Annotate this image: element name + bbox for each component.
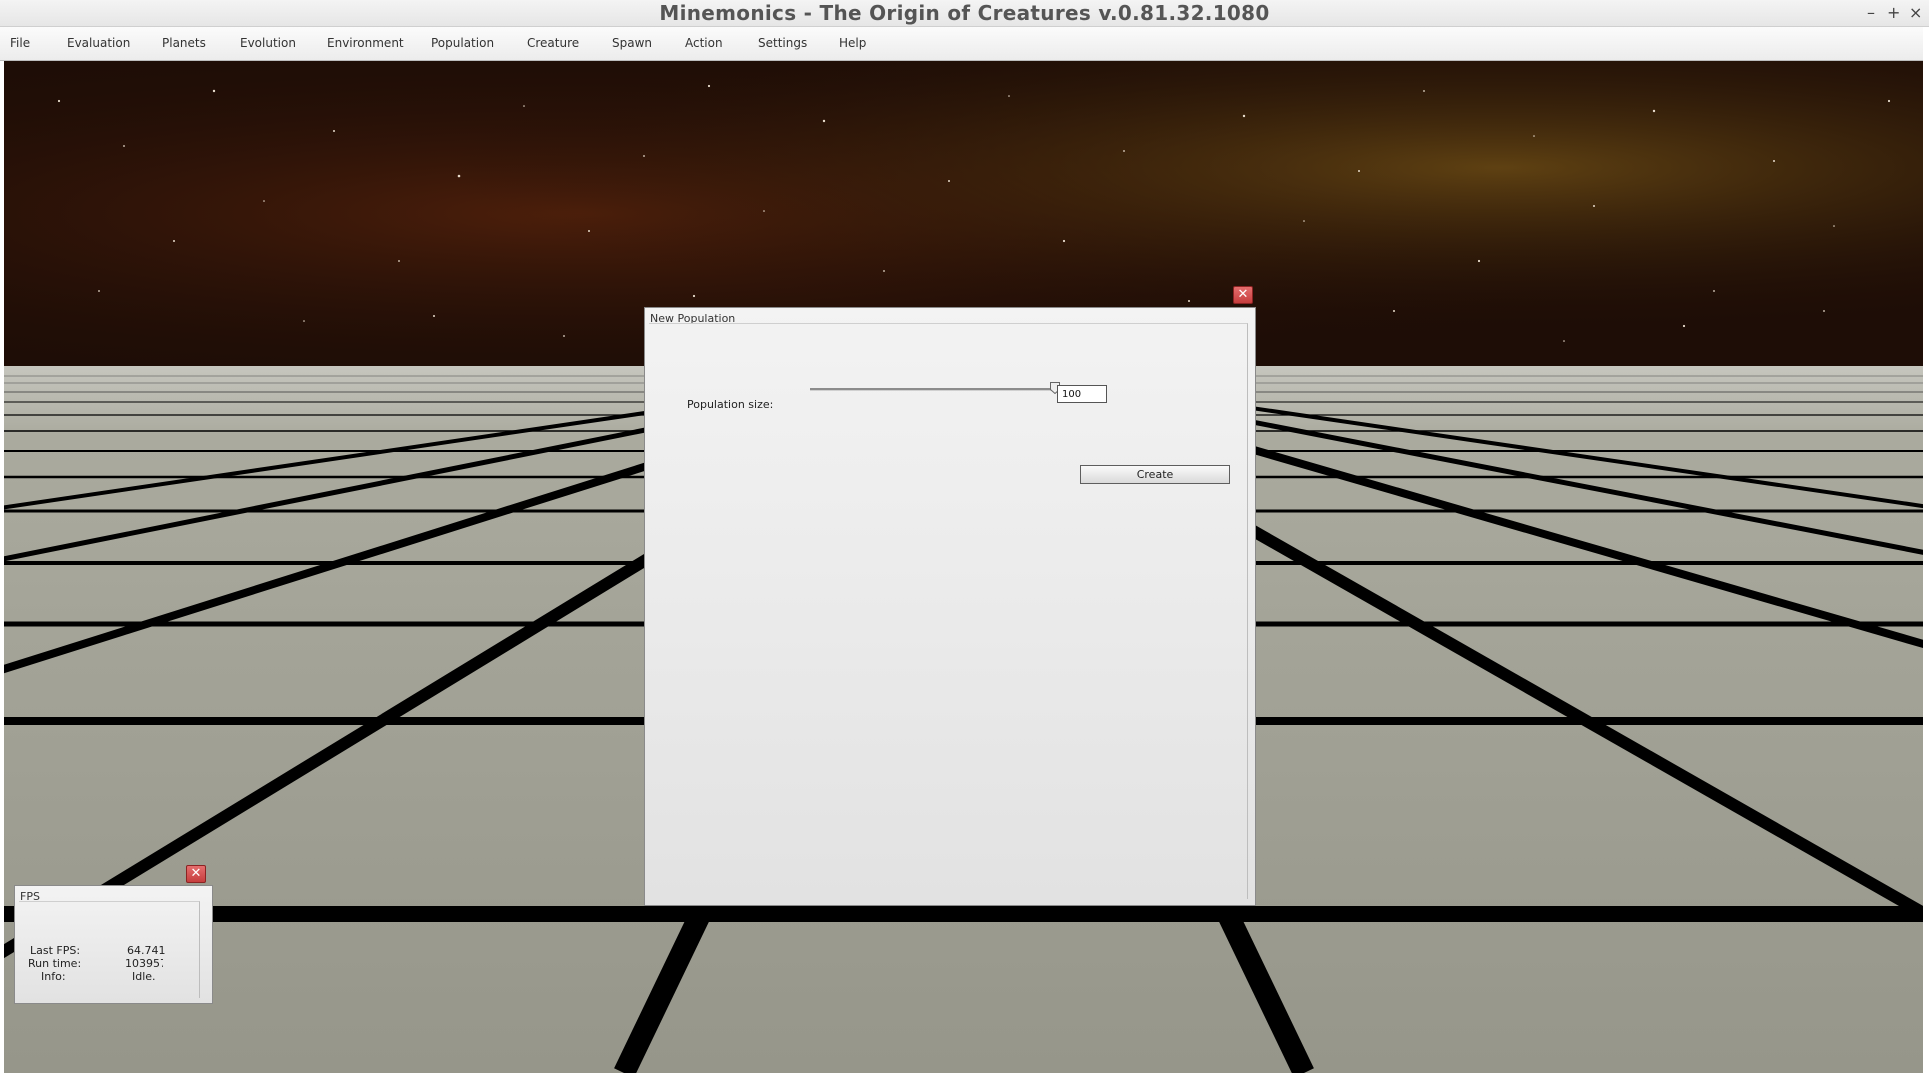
new-population-dialog: ✕ New Population Population size: 100 Cr… (641, 286, 1256, 908)
menu-settings[interactable]: Settings (758, 36, 807, 50)
minimize-icon[interactable]: – (1865, 3, 1877, 22)
population-size-field[interactable]: 100 (1057, 385, 1107, 403)
close-icon[interactable]: × (1909, 3, 1922, 22)
info-value: Idle. (132, 970, 156, 983)
fps-window: ✕ FPS Last FPS: 64.741 Run time: 103957 … (14, 865, 214, 1005)
window-controls: – + × (1865, 3, 1922, 22)
create-button[interactable]: Create (1080, 465, 1230, 484)
menu-bar: File Evaluation Planets Evolution Enviro… (0, 27, 1925, 61)
slider-track (810, 388, 1056, 391)
last-fps-label: Last FPS: (30, 944, 81, 957)
dialog-close-icon[interactable]: ✕ (1233, 286, 1253, 304)
dialog-panel: New Population Population size: 100 Crea… (644, 307, 1256, 906)
menu-action[interactable]: Action (685, 36, 723, 50)
population-size-slider[interactable] (810, 380, 1065, 398)
menu-environment[interactable]: Environment (327, 36, 404, 50)
maximize-icon[interactable]: + (1887, 3, 1900, 22)
run-time-label: Run time: (28, 957, 82, 970)
menu-file[interactable]: File (10, 36, 30, 50)
menu-evaluation[interactable]: Evaluation (67, 36, 130, 50)
window-titlebar: Minemonics - The Origin of Creatures v.0… (0, 0, 1929, 27)
window-right-edge (1923, 27, 1929, 1075)
last-fps-value: 64.741 (127, 944, 166, 957)
population-size-label: Population size: (687, 398, 774, 411)
app-title: Minemonics - The Origin of Creatures v.0… (659, 1, 1270, 25)
menu-planets[interactable]: Planets (162, 36, 206, 50)
fps-close-icon[interactable]: ✕ (186, 865, 206, 883)
menu-evolution[interactable]: Evolution (240, 36, 296, 50)
run-time-value: 103957 (125, 957, 163, 970)
menu-population[interactable]: Population (431, 36, 494, 50)
info-label: Info: (41, 970, 66, 983)
menu-help[interactable]: Help (839, 36, 866, 50)
menu-creature[interactable]: Creature (527, 36, 579, 50)
menu-spawn[interactable]: Spawn (612, 36, 652, 50)
fps-panel: FPS Last FPS: 64.741 Run time: 103957 In… (14, 885, 213, 1004)
